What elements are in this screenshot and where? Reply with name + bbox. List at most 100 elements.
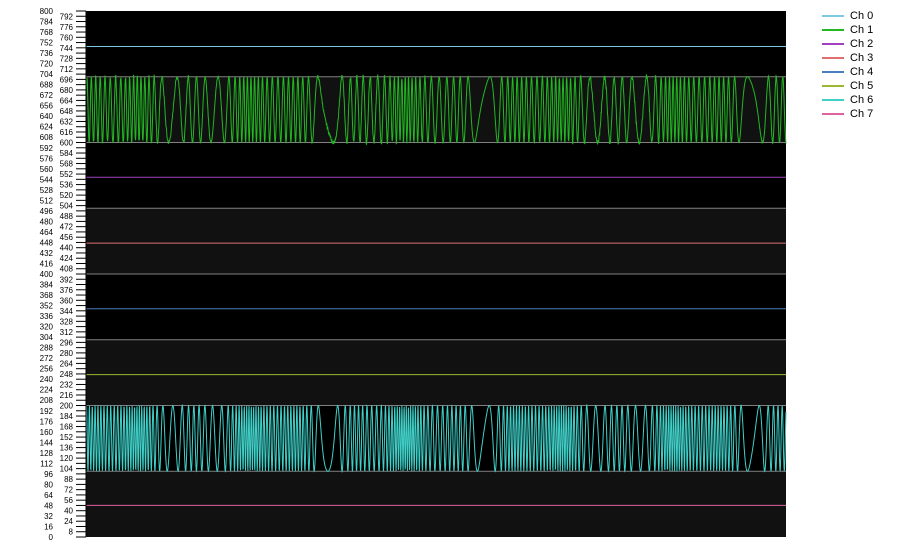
y-tick-label: 48 [44, 501, 53, 510]
legend-label: Ch 7 [850, 108, 874, 120]
legend-swatch [822, 15, 844, 17]
y-tick-label: 760 [60, 33, 74, 42]
legend-swatch [822, 57, 844, 59]
y-tick-label: 224 [40, 386, 54, 395]
y-tick-label: 464 [40, 228, 54, 237]
y-tick-label: 640 [40, 112, 54, 121]
legend: Ch 0 Ch 1 Ch 2 Ch 3 Ch 4 Ch 5 Ch 6 Ch 7 [822, 9, 902, 121]
y-tick-label: 120 [60, 454, 74, 463]
y-tick-label: 576 [40, 154, 54, 163]
y-tick-label: 296 [60, 338, 74, 347]
y-tick-label: 800 [40, 7, 54, 16]
y-tick-label: 408 [60, 265, 74, 274]
legend-swatch [822, 85, 844, 87]
y-tick-label: 184 [60, 412, 74, 421]
y-tick-label: 112 [40, 459, 53, 468]
band [86, 471, 786, 537]
y-tick-label: 208 [40, 396, 54, 405]
legend-swatch [822, 113, 844, 115]
y-tick-label: 352 [40, 302, 54, 311]
y-tick-label: 376 [60, 286, 74, 295]
y-tick-label: 456 [60, 233, 74, 242]
y-tick-label: 176 [40, 417, 54, 426]
band [86, 208, 786, 274]
legend-label: Ch 5 [850, 80, 874, 92]
y-tick-label: 80 [44, 480, 53, 489]
y-tick-label: 528 [40, 186, 54, 195]
y-tick-label: 600 [60, 139, 74, 148]
y-tick-label: 792 [60, 12, 74, 21]
y-tick-label: 424 [60, 254, 74, 263]
y-tick-label: 784 [40, 18, 54, 27]
y-tick-label: 16 [44, 522, 53, 531]
y-tick-label: 488 [60, 212, 74, 221]
y-tick-label: 56 [64, 496, 73, 505]
y-tick-label: 40 [64, 507, 73, 516]
legend-label: Ch 2 [850, 38, 874, 50]
y-tick-label: 672 [40, 91, 54, 100]
y-tick-label: 360 [60, 296, 74, 305]
y-tick-label: 400 [40, 270, 54, 279]
y-tick-label: 744 [60, 44, 74, 53]
y-tick-label: 320 [40, 323, 54, 332]
y-tick-label: 416 [40, 259, 54, 268]
y-tick-label: 272 [40, 354, 54, 363]
y-tick-label: 152 [60, 433, 74, 442]
y-tick-label: 232 [60, 380, 74, 389]
legend-label: Ch 1 [850, 24, 874, 36]
y-tick-label: 128 [40, 449, 54, 458]
legend-swatch [822, 43, 844, 45]
y-tick-label: 264 [60, 359, 74, 368]
legend-item: Ch 5 [822, 79, 902, 93]
y-tick-label: 656 [40, 102, 54, 111]
legend-item: Ch 6 [822, 93, 902, 107]
y-tick-label: 344 [60, 307, 74, 316]
y-tick-label: 704 [40, 70, 54, 79]
y-tick-label: 608 [40, 133, 54, 142]
legend-item: Ch 7 [822, 107, 902, 121]
y-tick-label: 312 [60, 328, 74, 337]
y-tick-label: 104 [60, 465, 74, 474]
y-tick-label: 648 [60, 107, 74, 116]
y-tick-label: 696 [60, 75, 74, 84]
y-tick-label: 688 [40, 81, 54, 90]
y-tick-label: 200 [60, 402, 74, 411]
y-tick-label: 88 [64, 475, 73, 484]
y-tick-label: 24 [64, 517, 73, 526]
y-tick-label: 368 [40, 291, 54, 300]
y-tick-label: 64 [44, 491, 53, 500]
y-tick-label: 256 [40, 365, 54, 374]
legend-label: Ch 4 [850, 66, 874, 78]
y-tick-label: 496 [40, 207, 54, 216]
y-tick-label: 288 [40, 344, 54, 353]
y-tick-label: 480 [40, 217, 54, 226]
y-tick-label: 584 [60, 149, 74, 158]
legend-item: Ch 4 [822, 65, 902, 79]
y-tick-label: 280 [60, 349, 74, 358]
y-tick-label: 728 [60, 54, 74, 63]
y-tick-label: 680 [60, 86, 74, 95]
y-tick-label: 304 [40, 333, 54, 342]
y-tick-label: 192 [40, 407, 54, 416]
y-tick-label: 336 [40, 312, 54, 321]
y-tick-label: 392 [60, 275, 74, 284]
y-tick-label: 568 [60, 160, 74, 169]
y-tick-label: 712 [60, 65, 74, 74]
legend-label: Ch 0 [850, 10, 874, 22]
y-tick-label: 736 [40, 49, 54, 58]
y-tick-label: 136 [60, 444, 74, 453]
legend-swatch [822, 99, 844, 101]
y-tick-label: 216 [60, 391, 74, 400]
legend-item: Ch 1 [822, 23, 902, 37]
y-tick-label: 616 [60, 128, 74, 137]
y-tick-label: 752 [40, 39, 54, 48]
y-tick-label: 0 [49, 533, 54, 542]
y-tick-label: 472 [60, 223, 74, 232]
y-tick-label: 552 [60, 170, 74, 179]
legend-swatch [822, 29, 844, 31]
y-tick-label: 592 [40, 144, 54, 153]
legend-label: Ch 3 [850, 52, 874, 64]
legend-swatch [822, 71, 844, 73]
y-tick-label: 560 [40, 165, 54, 174]
y-tick-label: 624 [40, 123, 54, 132]
